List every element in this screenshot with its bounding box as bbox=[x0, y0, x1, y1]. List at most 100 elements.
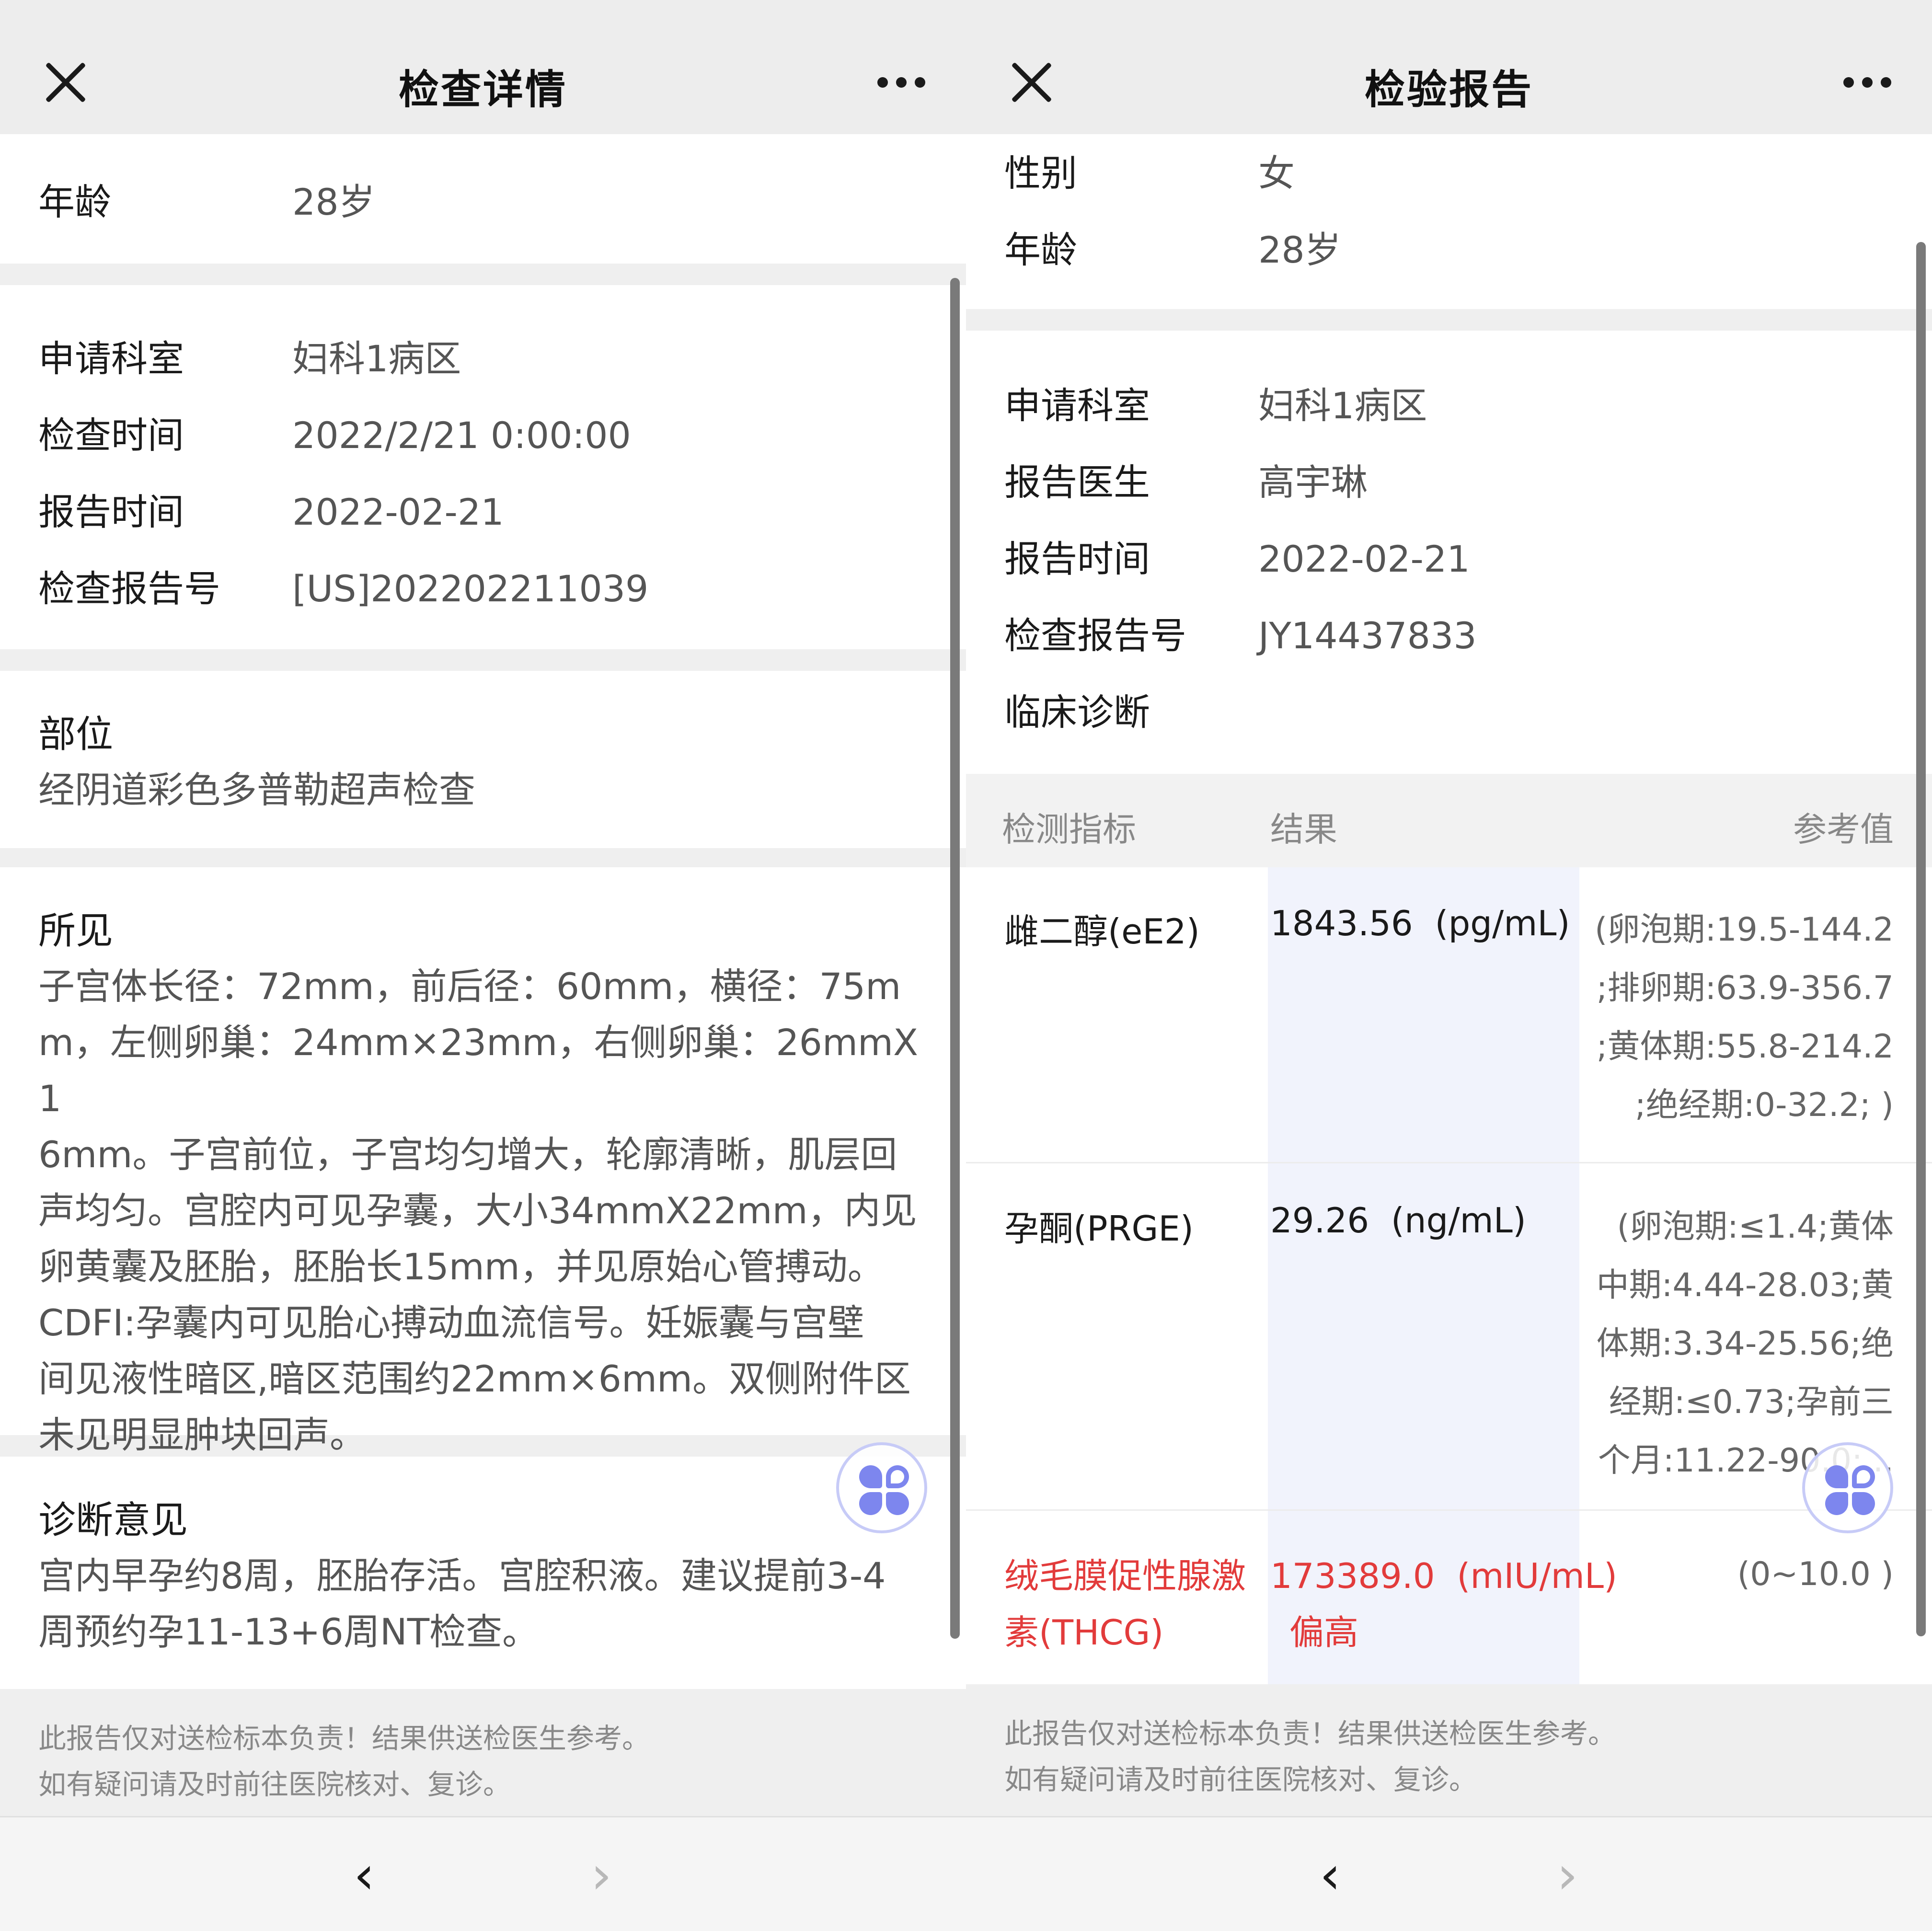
row-divider bbox=[966, 1162, 1932, 1163]
table-row-reference: (卵泡期:19.5-144.2 ;排卵期:63.9-356.7 ;黄体期:55.… bbox=[1587, 901, 1894, 1135]
info-label: 申请科室 bbox=[1004, 384, 1150, 427]
floating-assistant-icon[interactable] bbox=[836, 1442, 927, 1533]
info-value: 女 bbox=[1258, 152, 1295, 195]
info-label: 申请科室 bbox=[38, 337, 184, 380]
info-value: 2022-02-21 bbox=[292, 491, 504, 533]
info-value: 妇科1病区 bbox=[1258, 384, 1427, 427]
text-line: m，左侧卵巢：24mm×23mm，右侧卵巢：26mmX1 bbox=[38, 1021, 919, 1120]
disclaimer-line: 如有疑问请及时前往医院核对、复诊。 bbox=[38, 1768, 511, 1801]
age-card: 年龄 28岁 bbox=[0, 134, 966, 264]
disclaimer-line: 此报告仅对送检标本负责！结果供送检医生参考。 bbox=[38, 1722, 650, 1755]
results-table: 雌二醇(eE2) 1843.56 (pg/mL) (卵泡期:19.5-144.2… bbox=[966, 867, 1932, 1684]
table-row-result: 173389.0 (mIU/mL) 偏高 bbox=[1270, 1548, 1617, 1661]
more-icon[interactable] bbox=[1843, 72, 1891, 94]
info-row-clinical-diagnosis: 临床诊断 bbox=[1004, 683, 1258, 736]
info-label: 性别 bbox=[1004, 152, 1077, 195]
reference-line: (卵泡期:19.5-144.2 bbox=[1594, 911, 1894, 949]
item-line: 绒毛膜促性腺激 bbox=[1004, 1556, 1246, 1596]
section-text-site: 经阴道彩色多普勒超声检查 bbox=[38, 769, 475, 811]
patient-basic-card: 性别 女 年龄 28岁 bbox=[966, 134, 1932, 309]
disclaimer-line: 此报告仅对送检标本负责！结果供送检医生参考。 bbox=[1004, 1717, 1616, 1750]
info-row-report-time: 报告时间 2022-02-21 bbox=[38, 483, 504, 535]
reference-line: (0~10.0 ) bbox=[1737, 1555, 1894, 1593]
reference-line: 中期:4.44-28.03;黄 bbox=[1596, 1266, 1894, 1304]
section-title-findings: 所见 bbox=[38, 909, 114, 953]
forward-arrow-icon[interactable]: › bbox=[1539, 1846, 1596, 1904]
lab-info-card: 申请科室 妇科1病区 报告医生 高宇琳 报告时间 2022-02-21 检查报告号 JY… bbox=[966, 331, 1932, 774]
top-nav-bar: 检查详情 bbox=[0, 0, 966, 134]
info-row-age: 年龄 28岁 bbox=[1004, 220, 1341, 273]
disclaimer: 此报告仅对送检标本负责！结果供送检医生参考。 如有疑问请及时前往医院核对、复诊。 bbox=[38, 1715, 650, 1807]
text-line: 卵黄囊及胚胎，胚胎长15mm，并见原始心管搏动。 bbox=[38, 1245, 884, 1288]
info-row-report-time: 报告时间 2022-02-21 bbox=[1004, 529, 1470, 582]
info-label: 检查时间 bbox=[38, 414, 184, 457]
info-row-department: 申请科室 妇科1病区 bbox=[1004, 376, 1427, 429]
back-arrow-icon[interactable]: ‹ bbox=[1301, 1846, 1359, 1904]
info-value: 28岁 bbox=[1258, 229, 1341, 271]
info-row-age: 年龄 28岁 bbox=[38, 172, 375, 225]
reference-line: 体期:3.34-25.56;绝 bbox=[1596, 1325, 1894, 1363]
reference-line: ;排卵期:63.9-356.7 bbox=[1596, 969, 1894, 1007]
reference-line: 经期:≤0.73;孕前三 bbox=[1609, 1383, 1894, 1421]
info-label: 年龄 bbox=[1004, 229, 1077, 271]
info-label: 报告时间 bbox=[1004, 538, 1150, 580]
info-label: 年龄 bbox=[38, 181, 111, 223]
info-value: 妇科1病区 bbox=[292, 337, 461, 380]
diagnosis-text: 宫内早孕约8周，胚胎存活。宫腔积液。建议提前3-4 周预约孕11-13+6周NT… bbox=[38, 1548, 930, 1660]
text-line: 未见明显肿块回声。 bbox=[38, 1414, 366, 1456]
results-table-header: 检测指标 结果 参考值 bbox=[966, 774, 1932, 867]
forward-arrow-icon[interactable]: › bbox=[573, 1846, 630, 1904]
info-label: 报告时间 bbox=[38, 491, 184, 533]
disclaimer-line: 如有疑问请及时前往医院核对、复诊。 bbox=[1004, 1763, 1477, 1796]
info-value: [US]202202211039 bbox=[292, 567, 649, 610]
section-title-diagnosis: 诊断意见 bbox=[38, 1499, 188, 1542]
reference-line: (卵泡期:≤1.4;黄体 bbox=[1617, 1208, 1894, 1246]
table-row-item: 雌二醇(eE2) bbox=[1004, 911, 1200, 952]
findings-text: 子宫体长径：72mm，前后径：60mm，横径：75m m，左侧卵巢：24mm×2… bbox=[38, 958, 930, 1463]
table-row-item: 孕酮(PRGE) bbox=[1004, 1208, 1194, 1249]
exam-site-card: 部位 经阴道彩色多普勒超声检查 bbox=[0, 671, 966, 848]
table-row-item: 绒毛膜促性腺激 素(THCG) bbox=[1004, 1548, 1246, 1661]
info-row-gender: 性别 女 bbox=[1004, 144, 1295, 196]
column-header-reference: 参考值 bbox=[1793, 810, 1894, 849]
findings-card: 所见 子宫体长径：72mm，前后径：60mm，横径：75m m，左侧卵巢：24m… bbox=[0, 867, 966, 1456]
diagnosis-card: 诊断意见 宫内早孕约8周，胚胎存活。宫腔积液。建议提前3-4 周预约孕11-13… bbox=[0, 1457, 966, 1689]
info-label: 检查报告号 bbox=[1004, 614, 1186, 657]
reference-line: ;绝经期:0-32.2; ) bbox=[1634, 1086, 1894, 1124]
column-header-item: 检测指标 bbox=[1002, 810, 1136, 849]
scrollbar[interactable] bbox=[950, 278, 960, 1639]
info-value: 高宇琳 bbox=[1258, 461, 1368, 504]
table-row-reference: (0~10.0 ) bbox=[1587, 1545, 1894, 1604]
text-line: 周预约孕11-13+6周NT检查。 bbox=[38, 1610, 539, 1653]
info-row-department: 申请科室 妇科1病区 bbox=[38, 329, 461, 382]
text-line: 子宫体长径：72mm，前后径：60mm，横径：75m bbox=[38, 965, 901, 1008]
info-label: 报告医生 bbox=[1004, 461, 1150, 504]
page-title: 检查详情 bbox=[398, 66, 567, 113]
section-title-site: 部位 bbox=[38, 713, 114, 756]
info-value: 2022-02-21 bbox=[1258, 538, 1470, 580]
info-value: JY14437833 bbox=[1258, 614, 1477, 657]
top-nav-bar: 检验报告 bbox=[966, 0, 1932, 134]
exam-detail-panel: 检查详情 年龄 28岁 申请科室 妇科1病区 检查时间 2022/2/21 0:00:… bbox=[0, 0, 966, 1931]
text-line: 6mm。子宫前位，子宫均匀增大，轮廓清晰，肌层回 bbox=[38, 1133, 897, 1176]
bottom-nav-bar: ‹ › bbox=[966, 1816, 1932, 1931]
text-line: 间见液性暗区,暗区范围约22mm×6mm。双侧附件区 bbox=[38, 1357, 911, 1400]
info-value: 2022/2/21 0:00:00 bbox=[292, 414, 631, 457]
item-line: 素(THCG) bbox=[1004, 1612, 1164, 1653]
back-arrow-icon[interactable]: ‹ bbox=[335, 1846, 393, 1904]
floating-assistant-icon[interactable] bbox=[1802, 1442, 1893, 1533]
more-icon[interactable] bbox=[877, 72, 925, 94]
info-value: 28岁 bbox=[292, 181, 375, 223]
result-value: 173389.0 (mIU/mL) bbox=[1270, 1556, 1618, 1596]
info-row-report-number: 检查报告号 JY14437833 bbox=[1004, 606, 1477, 659]
info-label: 临床诊断 bbox=[1004, 691, 1150, 734]
info-row-exam-time: 检查时间 2022/2/21 0:00:00 bbox=[38, 406, 631, 459]
status-badge: 偏高 bbox=[1289, 1612, 1359, 1653]
text-line: 声均匀。宫腔内可见孕囊，大小34mmX22mm，内见 bbox=[38, 1189, 917, 1232]
info-label: 检查报告号 bbox=[38, 567, 220, 610]
page-title: 检验报告 bbox=[1364, 66, 1533, 113]
disclaimer: 此报告仅对送检标本负责！结果供送检医生参考。 如有疑问请及时前往医院核对、复诊。 bbox=[1004, 1711, 1616, 1803]
column-header-result: 结果 bbox=[1270, 810, 1337, 849]
scrollbar[interactable] bbox=[1916, 242, 1926, 1636]
info-row-doctor: 报告医生 高宇琳 bbox=[1004, 453, 1368, 506]
